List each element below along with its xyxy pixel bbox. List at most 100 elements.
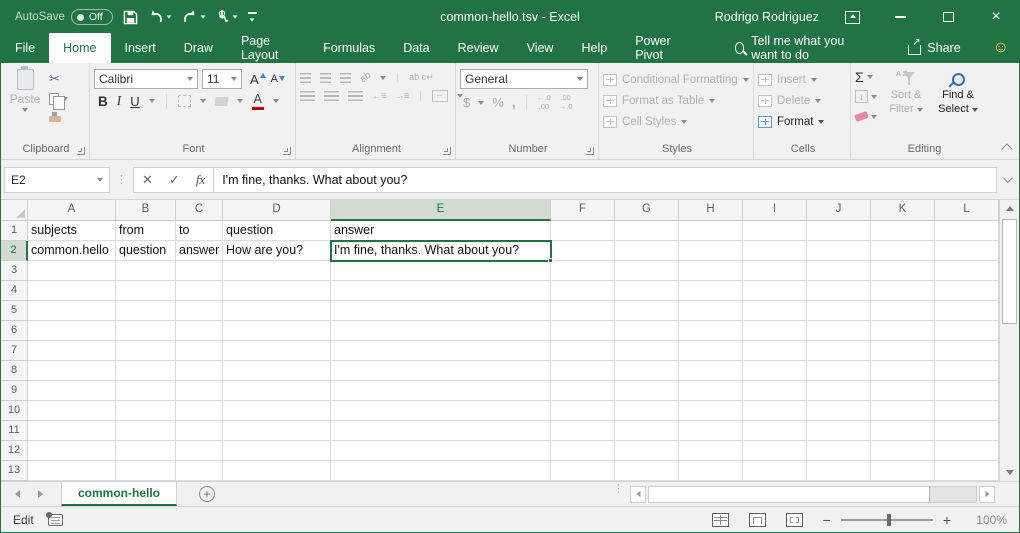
cell-H13[interactable] [679, 461, 743, 481]
underline-dropdown-caret[interactable] [149, 99, 155, 103]
cell-L11[interactable] [935, 421, 999, 441]
undo-button[interactable] [148, 10, 172, 24]
find-select-button[interactable]: Find & Select [935, 66, 981, 142]
minimize-button[interactable] [885, 5, 915, 29]
cell-C4[interactable] [176, 281, 223, 301]
cell-A12[interactable] [28, 441, 116, 461]
cell-D13[interactable] [223, 461, 331, 481]
formula-bar-grip[interactable]: ⋮ [110, 173, 133, 186]
format-as-table-button[interactable]: Format as Table [603, 91, 749, 110]
tab-file[interactable]: File [1, 33, 49, 63]
cell-B4[interactable] [116, 281, 176, 301]
cell-H7[interactable] [679, 341, 743, 361]
borders-button[interactable] [178, 95, 191, 107]
column-header-F[interactable]: F [551, 200, 615, 221]
cell-K5[interactable] [871, 301, 935, 321]
insert-cells-button[interactable]: Insert [758, 70, 824, 89]
insert-function-button[interactable]: fx [196, 172, 205, 188]
percent-button[interactable]: % [492, 95, 504, 110]
cell-E6[interactable] [331, 321, 551, 341]
cell-B6[interactable] [116, 321, 176, 341]
cell-D8[interactable] [223, 361, 331, 381]
cell-I2[interactable] [743, 241, 807, 261]
italic-button[interactable]: I [117, 93, 122, 109]
cell-B10[interactable] [116, 401, 176, 421]
autosave-control[interactable]: AutoSave Off [15, 9, 113, 25]
cell-H12[interactable] [679, 441, 743, 461]
clipboard-dialog-launcher[interactable] [77, 147, 85, 155]
cell-H9[interactable] [679, 381, 743, 401]
cell-C1[interactable]: to [176, 221, 223, 241]
cell-C9[interactable] [176, 381, 223, 401]
cell-G1[interactable] [615, 221, 679, 241]
touch-mode-dropdown-caret[interactable] [232, 15, 237, 18]
cell-G11[interactable] [615, 421, 679, 441]
cell-F10[interactable] [551, 401, 615, 421]
tab-view[interactable]: View [513, 33, 568, 63]
cell-D6[interactable] [223, 321, 331, 341]
cell-L10[interactable] [935, 401, 999, 421]
underline-button[interactable]: U [130, 94, 139, 109]
font-color-button[interactable]: A [252, 93, 264, 110]
align-center-button[interactable] [324, 91, 339, 101]
increase-indent-button[interactable]: →≡ [395, 91, 409, 102]
cell-B9[interactable] [116, 381, 176, 401]
row-header-3[interactable]: 3 [1, 261, 28, 281]
cell-K10[interactable] [871, 401, 935, 421]
font-size-combo[interactable]: 11 [202, 69, 242, 89]
column-header-E[interactable]: E [331, 200, 551, 221]
delete-cells-button[interactable]: Delete [758, 91, 824, 110]
tab-help[interactable]: Help [567, 33, 621, 63]
row-header-2[interactable]: 2 [1, 241, 28, 261]
shrink-font-button[interactable]: A [271, 73, 278, 85]
tab-data[interactable]: Data [389, 33, 443, 63]
scroll-down-button[interactable] [1000, 464, 1019, 481]
cell-H1[interactable] [679, 221, 743, 241]
cell-F5[interactable] [551, 301, 615, 321]
cell-C7[interactable] [176, 341, 223, 361]
zoom-slider-track[interactable] [841, 519, 933, 521]
user-name[interactable]: Rodrigo Rodriguez [715, 10, 819, 24]
cell-L4[interactable] [935, 281, 999, 301]
name-box-caret[interactable] [97, 178, 103, 182]
cell-B8[interactable] [116, 361, 176, 381]
cell-I13[interactable] [743, 461, 807, 481]
cell-E10[interactable] [331, 401, 551, 421]
cell-A13[interactable] [28, 461, 116, 481]
cell-B1[interactable]: from [116, 221, 176, 241]
tab-home[interactable]: Home [49, 33, 110, 63]
cell-I8[interactable] [743, 361, 807, 381]
cell-C11[interactable] [176, 421, 223, 441]
close-button[interactable]: × [981, 5, 1011, 29]
previous-sheet-button[interactable] [15, 490, 20, 498]
cell-J7[interactable] [807, 341, 871, 361]
autosum-caret[interactable] [867, 75, 873, 79]
cell-C12[interactable] [176, 441, 223, 461]
cell-L7[interactable] [935, 341, 999, 361]
row-header-12[interactable]: 12 [1, 441, 28, 461]
zoom-level[interactable]: 100% [971, 513, 1007, 527]
align-left-button[interactable] [300, 91, 315, 101]
cell-G9[interactable] [615, 381, 679, 401]
formula-input[interactable]: I'm fine, thanks. What about you? [214, 167, 997, 193]
cell-G10[interactable] [615, 401, 679, 421]
cell-L5[interactable] [935, 301, 999, 321]
row-header-8[interactable]: 8 [1, 361, 28, 381]
customize-qat-button[interactable] [248, 12, 257, 22]
cell-J9[interactable] [807, 381, 871, 401]
vertical-scroll-track[interactable] [1000, 217, 1019, 464]
cell-A9[interactable] [28, 381, 116, 401]
horizontal-scroll-track[interactable] [648, 486, 977, 503]
cell-C8[interactable] [176, 361, 223, 381]
cell-C5[interactable] [176, 301, 223, 321]
column-header-L[interactable]: L [935, 200, 999, 221]
align-right-button[interactable] [348, 91, 363, 101]
cell-B12[interactable] [116, 441, 176, 461]
cell-B11[interactable] [116, 421, 176, 441]
cell-A5[interactable] [28, 301, 116, 321]
cell-C3[interactable] [176, 261, 223, 281]
cell-G12[interactable] [615, 441, 679, 461]
page-layout-view-button[interactable] [749, 513, 766, 527]
borders-dropdown-caret[interactable] [200, 99, 206, 103]
cell-A11[interactable] [28, 421, 116, 441]
